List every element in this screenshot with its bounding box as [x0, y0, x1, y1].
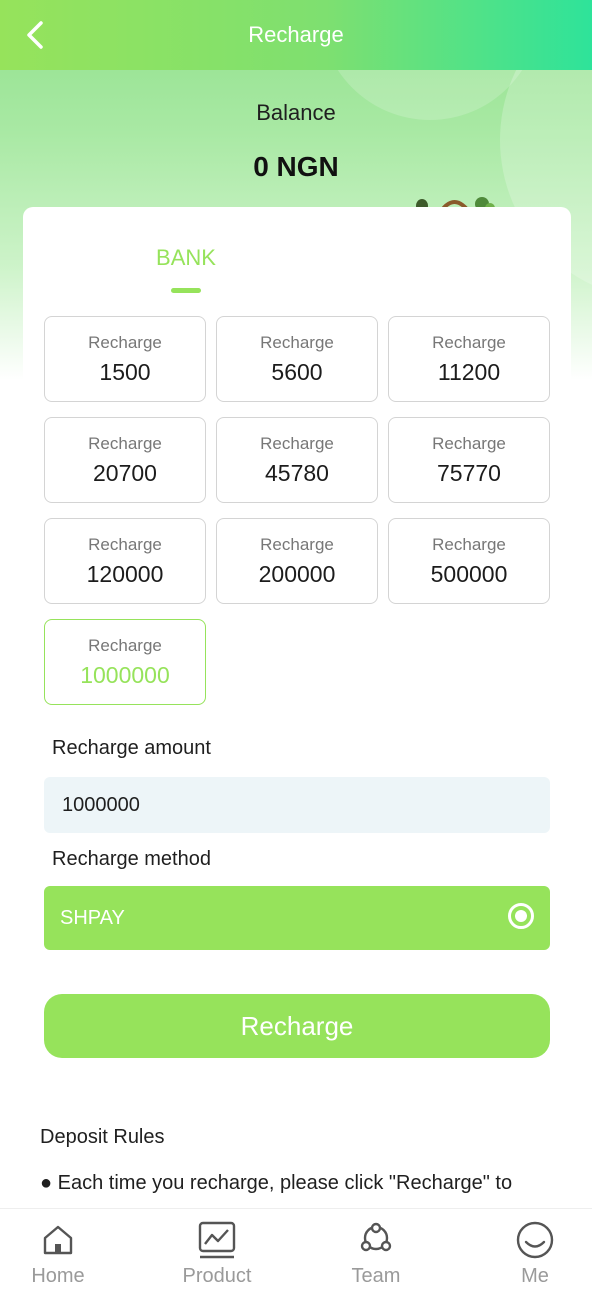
page-title: Recharge	[248, 22, 344, 47]
chevron-left-icon	[27, 21, 43, 49]
rules-text: ● Each time you recharge, please click "…	[40, 1172, 513, 1194]
amount-option-label: Recharge	[88, 635, 162, 655]
amount-option-label: Recharge	[432, 534, 506, 554]
home-icon	[43, 1225, 73, 1255]
amount-option-label: Recharge	[432, 433, 506, 453]
balance-value: 0 NGN	[253, 151, 339, 182]
amount-option[interactable]: Recharge 5600	[216, 316, 378, 402]
amount-option-value: 120000	[86, 560, 164, 587]
nav-team-label: Team	[351, 1265, 401, 1287]
nav-home-label: Home	[31, 1265, 85, 1287]
amount-option-value: 5600	[271, 358, 323, 385]
bottom-nav: Home Product Team Me	[0, 1208, 592, 1291]
nav-me[interactable]: Me	[480, 1209, 590, 1291]
back-button[interactable]	[18, 18, 52, 52]
amount-grid: Recharge 1500 Recharge 5600 Recharge 11200 …	[44, 316, 550, 705]
amount-option-value: 75770	[437, 459, 501, 486]
method-option-shpay[interactable]: SHPAY	[44, 886, 550, 950]
amount-option-label: Recharge	[260, 433, 334, 453]
nav-home[interactable]: Home	[3, 1209, 113, 1291]
amount-option-label: Recharge	[432, 332, 506, 352]
team-icon	[360, 1222, 392, 1252]
nav-product[interactable]: Product	[162, 1209, 272, 1291]
amount-input[interactable]: 1000000	[44, 777, 550, 833]
nav-me-label: Me	[521, 1265, 549, 1287]
radio-selected-icon[interactable]	[508, 903, 534, 929]
top-bar: Recharge	[0, 0, 592, 70]
amount-option-value: 1000000	[80, 661, 170, 688]
amount-option[interactable]: Recharge 1500	[44, 316, 206, 402]
amount-option-label: Recharge	[88, 534, 162, 554]
amount-option[interactable]: Recharge 11200	[388, 316, 550, 402]
amount-option-selected[interactable]: Recharge 1000000	[44, 619, 206, 705]
recharge-submit-button[interactable]: Recharge	[44, 994, 550, 1058]
amount-option-value: 200000	[258, 560, 336, 587]
profile-icon	[516, 1221, 554, 1259]
amount-option-label: Recharge	[260, 332, 334, 352]
amount-option-value: 20700	[93, 459, 157, 486]
amount-option-value: 45780	[265, 459, 329, 486]
nav-product-label: Product	[182, 1265, 252, 1287]
amount-option[interactable]: Recharge 75770	[388, 417, 550, 503]
tab-bank[interactable]: BANK	[153, 245, 219, 271]
rules-title: Deposit Rules	[40, 1126, 165, 1148]
method-label: Recharge method	[52, 848, 211, 870]
nav-team[interactable]: Team	[321, 1209, 431, 1291]
amount-option-value: 1500	[99, 358, 151, 385]
amount-option-label: Recharge	[88, 433, 162, 453]
amount-option[interactable]: Recharge 200000	[216, 518, 378, 604]
amount-option-label: Recharge	[88, 332, 162, 352]
amount-option-value: 11200	[437, 358, 501, 385]
amount-label: Recharge amount	[52, 737, 211, 759]
amount-option[interactable]: Recharge 45780	[216, 417, 378, 503]
amount-option[interactable]: Recharge 500000	[388, 518, 550, 604]
tab-indicator	[171, 288, 201, 293]
amount-option[interactable]: Recharge 120000	[44, 518, 206, 604]
method-option-label: SHPAY	[60, 906, 125, 929]
amount-option-value: 500000	[430, 560, 508, 587]
balance-label: Balance	[256, 100, 336, 125]
chart-icon	[198, 1221, 236, 1259]
amount-option-label: Recharge	[260, 534, 334, 554]
amount-option[interactable]: Recharge 20700	[44, 417, 206, 503]
